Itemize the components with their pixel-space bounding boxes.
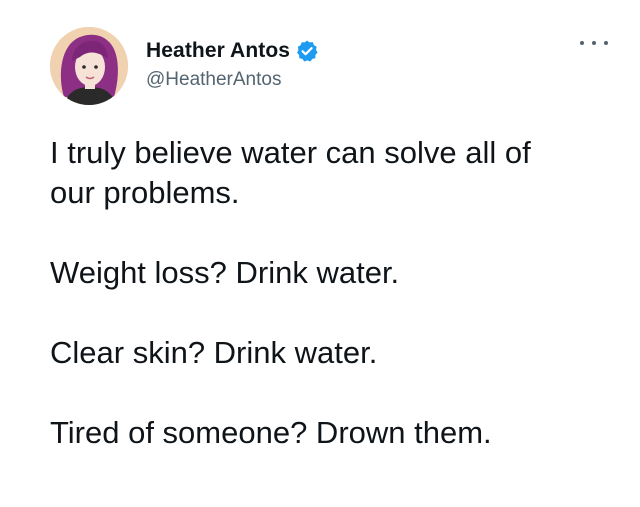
tweet-text: I truly believe water can solve all of o… — [50, 133, 620, 453]
verified-badge-icon — [295, 39, 319, 63]
tweet-line: Clear skin? Drink water. — [50, 335, 378, 370]
more-dot — [592, 41, 596, 45]
tweet-line: Tired of someone? Drown them. — [50, 415, 492, 450]
tweet-line: our problems. — [50, 175, 240, 210]
more-dot — [604, 41, 608, 45]
avatar-illustration-icon — [50, 27, 128, 105]
display-name[interactable]: Heather Antos — [146, 39, 290, 63]
display-name-row: Heather Antos — [146, 37, 319, 65]
handle[interactable]: @HeatherAntos — [146, 69, 319, 91]
tweet-card: Heather Antos @HeatherAntos I truly beli… — [0, 0, 640, 507]
avatar[interactable] — [50, 27, 128, 105]
author-names: Heather Antos @HeatherAntos — [146, 37, 319, 91]
tweet-header: Heather Antos @HeatherAntos — [50, 27, 610, 107]
tweet-line: Weight loss? Drink water. — [50, 255, 400, 290]
more-options-icon[interactable] — [580, 33, 608, 53]
more-dot — [580, 41, 584, 45]
tweet-line: I truly believe water can solve all of — [50, 135, 531, 170]
